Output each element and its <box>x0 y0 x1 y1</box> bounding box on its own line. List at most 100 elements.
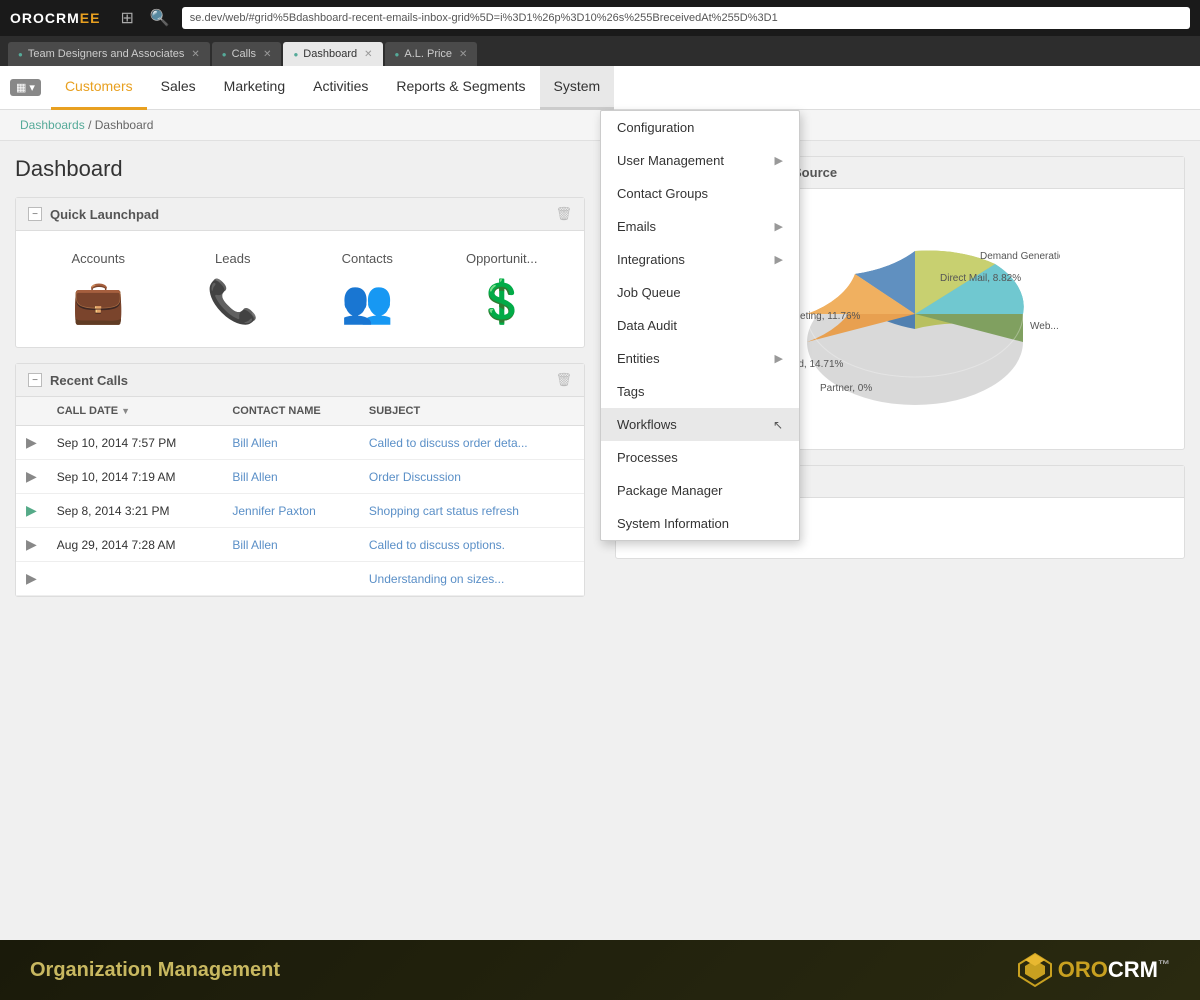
launchpad-grid: Accounts 💼 Leads 📞 Contacts 👥 Opportunit… <box>16 231 584 347</box>
play-icon: ▶ <box>26 434 37 450</box>
top-bar: OROCRMEE ⊞ 🔍 se.dev/web/#grid%5Bdashboar… <box>0 0 1200 36</box>
tab-al-price[interactable]: ● A.L. Price ✕ <box>385 42 478 66</box>
menu-item-system-information[interactable]: System Information <box>601 507 799 540</box>
tab-team-designers[interactable]: ● Team Designers and Associates ✕ <box>8 42 210 66</box>
orocrm-logo-icon <box>1017 952 1053 988</box>
tab-close-icon[interactable]: ✕ <box>364 49 372 60</box>
col-icon <box>16 397 47 426</box>
launchpad-opportunities[interactable]: Opportunit... 💲 <box>440 251 565 327</box>
nav-system[interactable]: System <box>540 66 615 110</box>
breadcrumb-current: Dashboard <box>95 118 154 132</box>
breadcrumb-parent[interactable]: Dashboards <box>20 118 85 132</box>
menu-item-data-audit[interactable]: Data Audit <box>601 309 799 342</box>
bookmark-icon[interactable]: ⊞ <box>116 6 137 30</box>
nav-customers[interactable]: Customers <box>51 66 147 110</box>
subject-link[interactable]: Order Discussion <box>369 470 461 484</box>
call-date <box>47 562 223 596</box>
tab-dot: ● <box>293 50 298 59</box>
menu-item-workflows[interactable]: Workflows ↖ <box>601 408 799 441</box>
contact-link[interactable]: Jennifer Paxton <box>232 504 315 518</box>
call-icon-cell: ▶ <box>16 460 47 494</box>
menu-item-package-manager[interactable]: Package Manager <box>601 474 799 507</box>
contact-link[interactable]: Bill Allen <box>232 470 277 484</box>
search-icon[interactable]: 🔍 <box>146 6 174 30</box>
launchpad-leads[interactable]: Leads 📞 <box>171 251 296 327</box>
logo-ee: EE <box>80 10 101 26</box>
play-icon: ▶ <box>26 570 37 586</box>
logo-orocrm: OROCRM <box>10 10 80 26</box>
contact-link[interactable]: Bill Allen <box>232 436 277 450</box>
subject-link[interactable]: Called to discuss options. <box>369 538 505 552</box>
subject-link[interactable]: Understanding on sizes... <box>369 572 504 586</box>
nav-marketing[interactable]: Marketing <box>210 66 299 110</box>
table-row: ▶ Understanding on sizes... <box>16 562 584 596</box>
calls-table: CALL DATE ▼ CONTACT NAME SUBJECT <box>16 397 584 596</box>
call-contact <box>222 562 359 596</box>
menu-item-job-queue[interactable]: Job Queue <box>601 276 799 309</box>
call-icon-cell: ▶ <box>16 528 47 562</box>
nav-sales-label: Sales <box>161 78 196 94</box>
logo-tm: ™ <box>1158 958 1170 972</box>
menu-item-configuration[interactable]: Configuration <box>601 111 799 144</box>
bottom-tagline: Organization Management <box>30 959 280 982</box>
logo-crm: CRM <box>1108 957 1158 982</box>
tab-close-icon[interactable]: ✕ <box>459 49 467 60</box>
call-subject[interactable]: Shopping cart status refresh <box>359 494 584 528</box>
col-contact[interactable]: CONTACT NAME <box>222 397 359 426</box>
col-date[interactable]: CALL DATE ▼ <box>47 397 223 426</box>
call-date: Sep 10, 2014 7:57 PM <box>47 426 223 460</box>
nav-activities[interactable]: Activities <box>299 66 382 110</box>
menu-item-emails[interactable]: Emails ▶ <box>601 210 799 243</box>
widget-header-launchpad: − Quick Launchpad 🗑 <box>16 198 584 231</box>
subject-link[interactable]: Shopping cart status refresh <box>369 504 519 518</box>
contacts-icon: 👥 <box>341 278 393 327</box>
call-subject[interactable]: Order Discussion <box>359 460 584 494</box>
nav-sales[interactable]: Sales <box>147 66 210 110</box>
widget-delete-calls-icon[interactable]: 🗑 <box>555 372 572 388</box>
call-icon-cell: ▶ <box>16 494 47 528</box>
play-icon: ▶ <box>26 536 37 552</box>
call-contact[interactable]: Bill Allen <box>222 528 359 562</box>
launchpad-contacts[interactable]: Contacts 👥 <box>305 251 430 327</box>
label-direct: Direct Mail, 8.82% <box>940 273 1021 284</box>
col-subject[interactable]: SUBJECT <box>359 397 584 426</box>
menu-item-integrations[interactable]: Integrations ▶ <box>601 243 799 276</box>
dashboard-widget-icon[interactable]: ▦ ▾ <box>10 79 41 96</box>
call-icon-cell: ▶ <box>16 562 47 596</box>
widget-delete-icon[interactable]: 🗑 <box>555 206 572 222</box>
call-contact[interactable]: Bill Allen <box>222 460 359 494</box>
tab-label: Dashboard <box>303 48 357 60</box>
widget-header-calls: − Recent Calls 🗑 <box>16 364 584 397</box>
call-subject[interactable]: Called to discuss options. <box>359 528 584 562</box>
contact-link[interactable]: Bill Allen <box>232 538 277 552</box>
launchpad-accounts[interactable]: Accounts 💼 <box>36 251 161 327</box>
call-subject[interactable]: Understanding on sizes... <box>359 562 584 596</box>
menu-item-entities[interactable]: Entities ▶ <box>601 342 799 375</box>
widget-collapse-calls-button[interactable]: − <box>28 373 42 387</box>
menu-item-processes[interactable]: Processes <box>601 441 799 474</box>
table-row: ▶ Sep 10, 2014 7:19 AM Bill Allen Order … <box>16 460 584 494</box>
call-icon-cell: ▶ <box>16 426 47 460</box>
table-row: ▶ Aug 29, 2014 7:28 AM Bill Allen Called… <box>16 528 584 562</box>
address-bar[interactable]: se.dev/web/#grid%5Bdashboard-recent-emai… <box>182 7 1190 29</box>
menu-item-user-management[interactable]: User Management ▶ <box>601 144 799 177</box>
widget-collapse-button[interactable]: − <box>28 207 42 221</box>
call-contact[interactable]: Jennifer Paxton <box>222 494 359 528</box>
tab-dashboard[interactable]: ● Dashboard ✕ <box>283 42 382 66</box>
widget-title-calls: Recent Calls <box>50 373 128 388</box>
quick-launchpad-widget: − Quick Launchpad 🗑 Accounts 💼 Leads 📞 C… <box>15 197 585 348</box>
label-demand: Demand Generation, 26.47% <box>980 251 1060 262</box>
menu-item-contact-groups[interactable]: Contact Groups <box>601 177 799 210</box>
bottom-logo-text: OROCRM™ <box>1058 957 1170 983</box>
tab-close-icon[interactable]: ✕ <box>191 49 199 60</box>
tab-calls[interactable]: ● Calls ✕ <box>212 42 282 66</box>
recent-calls-widget: − Recent Calls 🗑 CALL DATE ▼ CONTACT NAM… <box>15 363 585 597</box>
subject-link[interactable]: Called to discuss order deta... <box>369 436 528 450</box>
menu-item-tags[interactable]: Tags <box>601 375 799 408</box>
call-subject[interactable]: Called to discuss order deta... <box>359 426 584 460</box>
nav-reports[interactable]: Reports & Segments <box>382 66 539 110</box>
tab-dot: ● <box>222 50 227 59</box>
left-panel: Dashboard − Quick Launchpad 🗑 Accounts 💼… <box>0 141 600 939</box>
tab-close-icon[interactable]: ✕ <box>263 49 271 60</box>
call-contact[interactable]: Bill Allen <box>222 426 359 460</box>
